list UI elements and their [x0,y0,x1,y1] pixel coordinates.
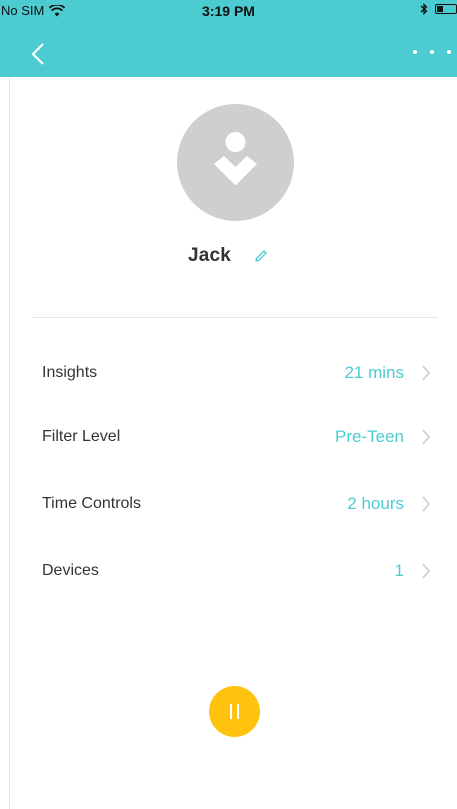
chevron-left-icon [31,43,44,65]
row-value: 1 [394,561,404,580]
row-label: Time Controls [42,495,141,512]
pause-button[interactable] [209,686,260,737]
profile-name: Jack [187,245,232,266]
left-edge-divider [9,0,10,809]
more-options-button[interactable] [413,46,451,58]
battery-icon [435,4,457,14]
row-label: Insights [42,364,98,381]
chevron-right-icon [422,429,430,445]
menu-row-time-controls[interactable]: Time Controls 2 hours [10,474,457,534]
row-value: 2 hours [347,494,404,513]
chevron-right-icon [422,365,430,381]
status-time: 3:19 PM [202,3,255,19]
profile-avatar [177,104,294,221]
row-label: Filter Level [42,428,121,445]
more-dots-icon [413,50,417,54]
chevron-right-icon [422,496,430,512]
person-avatar-icon [214,132,257,186]
profile-name-row: Jack [0,241,457,271]
chevron-right-icon [422,563,430,579]
menu-row-insights[interactable]: Insights 21 mins [10,343,457,403]
row-value: 21 mins [344,363,404,382]
row-value: Pre-Teen [335,427,404,446]
header-bar: No SIM 3:19 PM [0,0,457,77]
status-bar: No SIM 3:19 PM [0,0,457,22]
menu-row-filter-level[interactable]: Filter Level Pre-Teen [10,407,457,467]
back-button[interactable] [30,40,50,68]
profile-screen: No SIM 3:19 PM Jack Insights 21 mins Fil… [0,0,457,809]
profile-divider [32,317,438,318]
status-right-group [420,3,457,15]
pencil-icon[interactable] [253,248,269,264]
menu-row-devices[interactable]: Devices 1 [10,541,457,601]
row-label: Devices [42,562,99,579]
bluetooth-icon [420,3,428,15]
